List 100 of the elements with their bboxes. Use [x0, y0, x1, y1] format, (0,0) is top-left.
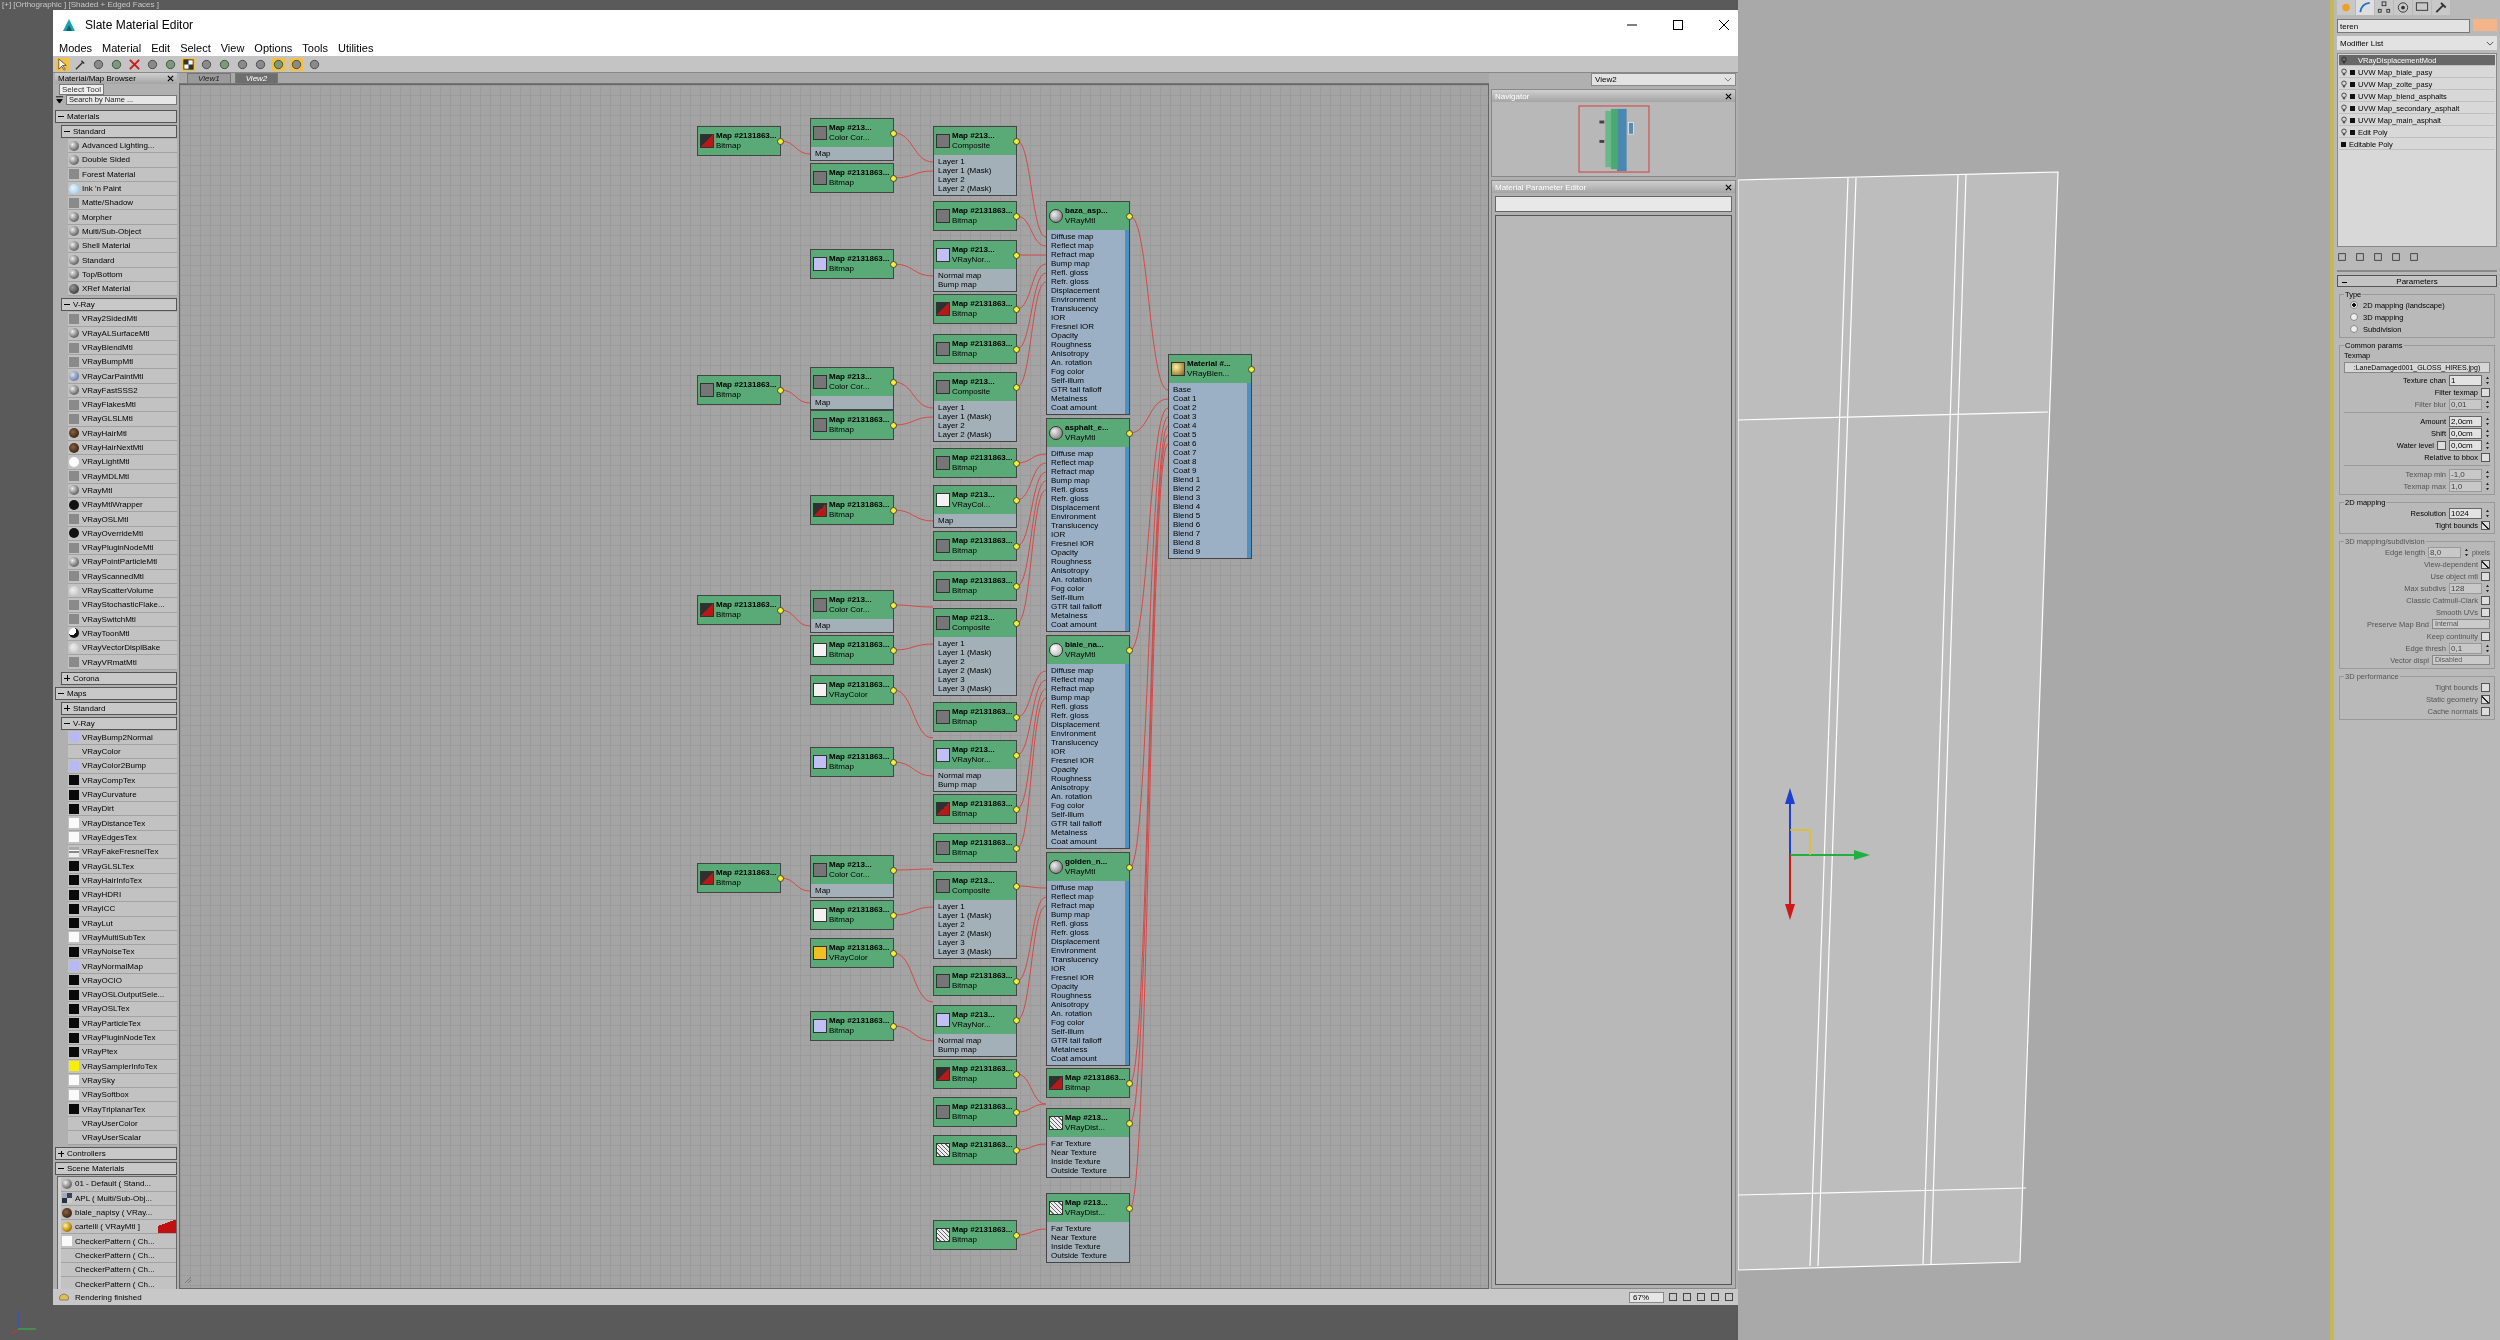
- graph-node[interactable]: Map #2131863... Bitmap: [933, 448, 1017, 478]
- graph-node[interactable]: Map #213... Composite Layer 1 Layer 1 (Mask) Layer 2 Layer 2 (Mask): [933, 126, 1017, 196]
- list-item[interactable]: Standard: [68, 253, 177, 268]
- expander-icon[interactable]: [64, 675, 70, 682]
- list-item[interactable]: VRayBumpMtl: [68, 355, 177, 370]
- slot-label[interactable]: Blend 9: [1169, 547, 1247, 556]
- category-header[interactable]: Materials: [55, 110, 177, 123]
- slot-label[interactable]: Layer 1: [934, 157, 1016, 166]
- expander-icon[interactable]: [58, 690, 64, 697]
- output-port-icon[interactable]: [1013, 806, 1020, 813]
- list-item[interactable]: VRayICC: [68, 902, 177, 917]
- category-header[interactable]: Maps: [55, 686, 177, 700]
- menu-item[interactable]: View: [220, 42, 245, 54]
- list-item[interactable]: VRayOSLMtl: [68, 512, 177, 527]
- output-port-icon[interactable]: [890, 1023, 897, 1030]
- menu-item[interactable]: Utilities: [337, 42, 374, 54]
- list-item[interactable]: VRayPointParticleMtl: [68, 555, 177, 570]
- slot-label[interactable]: Map: [934, 516, 1016, 525]
- list-item[interactable]: VRayPtex: [68, 1045, 177, 1060]
- graph-node[interactable]: Map #2131863... Bitmap: [933, 833, 1017, 863]
- checkbox[interactable]: [2481, 387, 2490, 397]
- graph-node[interactable]: Map #2131863... Bitmap: [810, 900, 894, 930]
- slot-label[interactable]: Layer 2: [934, 920, 1016, 929]
- lightbulb-icon[interactable]: [2341, 80, 2347, 88]
- output-port-icon[interactable]: [1013, 138, 1020, 145]
- slot-label[interactable]: Coat 7: [1169, 448, 1247, 457]
- list-item[interactable]: Shell Material: [68, 239, 177, 254]
- slot-label[interactable]: Bump map: [1047, 910, 1125, 919]
- slot-label[interactable]: Roughness: [1047, 991, 1125, 1000]
- slot-label[interactable]: Bump map: [1047, 259, 1125, 268]
- expand-box-icon[interactable]: [2341, 141, 2346, 147]
- slot-label[interactable]: Far Texture: [1047, 1139, 1129, 1148]
- slot-label[interactable]: Layer 3 (Mask): [934, 947, 1016, 956]
- slot-label[interactable]: Diffuse map: [1047, 449, 1125, 458]
- slot-label[interactable]: Inside Texture: [1047, 1242, 1129, 1251]
- slot-label[interactable]: Reflect map: [1047, 892, 1125, 901]
- expand-box-icon[interactable]: [2350, 81, 2355, 87]
- output-port-icon[interactable]: [1013, 460, 1020, 467]
- category-header[interactable]: V-Ray: [61, 716, 177, 730]
- graph-node[interactable]: Map #213... VRayNor... Normal map Bump map: [933, 1005, 1017, 1057]
- slot-label[interactable]: Translucency: [1047, 304, 1125, 313]
- graph-node[interactable]: Map #213... Color Cor... Map: [810, 590, 894, 633]
- slot-label[interactable]: Reflect map: [1047, 241, 1125, 250]
- hierarchy-icon[interactable]: [2375, 0, 2393, 15]
- list-item[interactable]: VRayUserScalar: [68, 1131, 177, 1146]
- slot-label[interactable]: Layer 3: [934, 938, 1016, 947]
- category-header[interactable]: Scene Materials: [55, 1162, 177, 1176]
- slot-label[interactable]: Coat amount: [1047, 837, 1125, 846]
- slot-label[interactable]: Diffuse map: [1047, 883, 1125, 892]
- slot-label[interactable]: Metalness: [1047, 1045, 1125, 1054]
- expand-box-icon[interactable]: [2350, 69, 2355, 75]
- slot-label[interactable]: Normal map: [934, 771, 1016, 780]
- slot-label[interactable]: Outside Texture: [1047, 1251, 1129, 1260]
- graph-node[interactable]: Map #2131863... Bitmap: [933, 966, 1017, 996]
- list-item[interactable]: VRayFakeFresnelTex: [68, 845, 177, 860]
- slot-label[interactable]: Layer 2 (Mask): [934, 430, 1016, 439]
- menu-item[interactable]: Tools: [302, 42, 328, 54]
- slot-label[interactable]: Coat amount: [1047, 403, 1125, 412]
- checkbox[interactable]: [2437, 440, 2446, 450]
- slot-label[interactable]: Anisotropy: [1047, 566, 1125, 575]
- graph-node[interactable]: [1046, 201, 1130, 415]
- slot-label[interactable]: Self-illum: [1047, 376, 1125, 385]
- slot-label[interactable]: Metalness: [1047, 611, 1125, 620]
- expander-icon[interactable]: [58, 113, 64, 120]
- output-port-icon[interactable]: [1013, 384, 1020, 391]
- slot-label[interactable]: Fresnel IOR: [1047, 756, 1125, 765]
- slot-label[interactable]: Map: [811, 149, 893, 158]
- output-port-icon[interactable]: [1013, 1147, 1020, 1154]
- output-port-icon[interactable]: [1013, 543, 1020, 550]
- slot-label[interactable]: Blend 5: [1169, 511, 1247, 520]
- list-item[interactable]: VRayOSLOutputSele...: [68, 988, 177, 1003]
- output-port-icon[interactable]: [1013, 1232, 1020, 1239]
- output-port-icon[interactable]: [1013, 978, 1020, 985]
- slot-label[interactable]: Layer 2: [934, 657, 1016, 666]
- output-port-icon[interactable]: [1126, 647, 1133, 654]
- expand-box-icon[interactable]: [2350, 117, 2355, 123]
- slot-label[interactable]: Map: [811, 398, 893, 407]
- slot-label[interactable]: Metalness: [1047, 828, 1125, 837]
- output-port-icon[interactable]: [1248, 366, 1255, 373]
- slot-label[interactable]: Roughness: [1047, 557, 1125, 566]
- spinner-field[interactable]: 1024: [2449, 507, 2482, 519]
- output-port-icon[interactable]: [890, 130, 897, 137]
- radio-button[interactable]: [2350, 325, 2358, 333]
- checkbox[interactable]: [2481, 452, 2490, 462]
- graph-node[interactable]: Map #2131863... Bitmap: [810, 495, 894, 525]
- slot-label[interactable]: Layer 1 (Mask): [934, 648, 1016, 657]
- resize-grip-icon[interactable]: [184, 1276, 192, 1284]
- graph-node[interactable]: Map #213... Color Cor... Map: [810, 855, 894, 898]
- graph-node[interactable]: Map #213... Composite Layer 1 Layer 1 (Mask) Layer 2 Layer 2 (Mask) Layer 3 Layer 3 (Mask): [933, 871, 1017, 959]
- slot-label[interactable]: Layer 1: [934, 902, 1016, 911]
- graph-node[interactable]: Map #2131863... Bitmap: [697, 863, 781, 893]
- output-port-icon[interactable]: [1013, 620, 1020, 627]
- slot-label[interactable]: Layer 2 (Mask): [934, 666, 1016, 675]
- slot-label[interactable]: Translucency: [1047, 955, 1125, 964]
- list-item[interactable]: VRayOSLTex: [68, 1002, 177, 1017]
- graph-node[interactable]: Map #213... VRayCol... Map: [933, 485, 1017, 528]
- spinner-field[interactable]: 0,0cm: [2449, 427, 2482, 439]
- menu-item[interactable]: Select: [180, 42, 211, 54]
- expander-icon[interactable]: [64, 301, 70, 308]
- slot-label[interactable]: Coat 1: [1169, 394, 1247, 403]
